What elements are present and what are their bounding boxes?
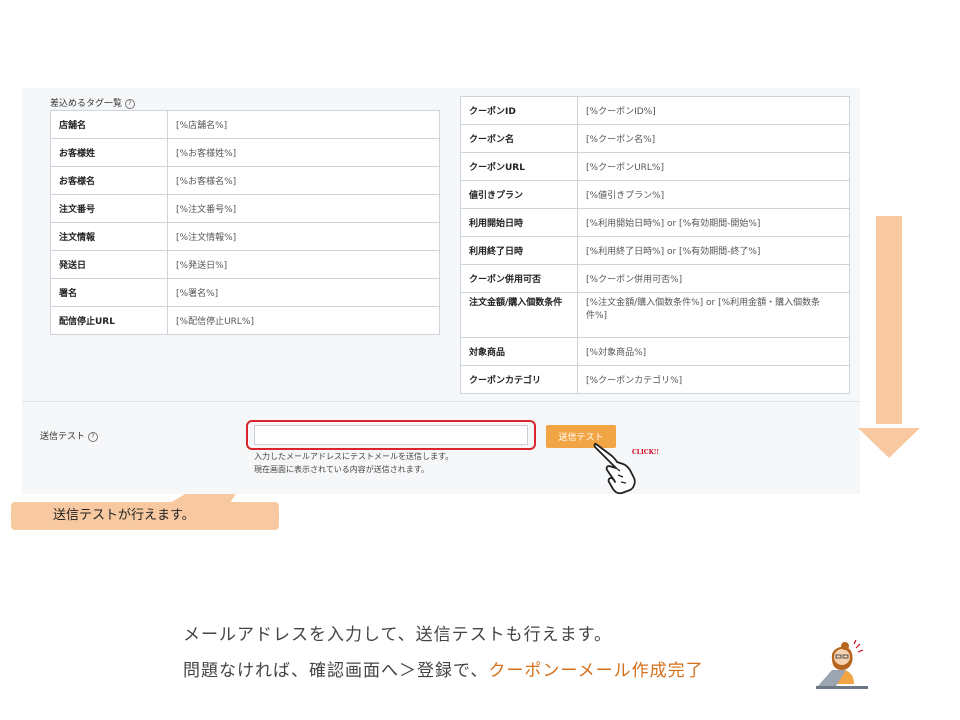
caption-line-2-highlight: クーポンーメール作成完了 (488, 661, 704, 681)
tag-row: 注文番号 [%注文番号%] (50, 194, 440, 223)
tag-key: 利用開始日時 (460, 208, 578, 237)
tag-row: クーポンカテゴリ [%クーポンカテゴリ%] (460, 365, 850, 394)
callout-box: 送信テストが行えます。 (11, 502, 279, 530)
settings-panel: 差込めるタグ一覧? 店舗名 [%店舗名%] お客様姓 [%お客様姓%] お客様名 [%お客… (22, 88, 860, 495)
tag-value: [%クーポンカテゴリ%] (577, 365, 850, 394)
send-test-help: 入力したメールアドレスにテストメールを送信します。 現在画面に表示されている内容… (254, 450, 453, 476)
tags-table-left: 店舗名 [%店舗名%] お客様姓 [%お客様姓%] お客様名 [%お客様名%] 注文番号 [%… (50, 110, 440, 335)
caption-line-1: メールアドレスを入力して、送信テストも行えます。 (183, 625, 612, 645)
tag-row: お客様姓 [%お客様姓%] (50, 138, 440, 167)
tag-value: [%お客様姓%] (167, 138, 440, 167)
tag-value: [%署名%] (167, 278, 440, 307)
tag-key: 注文情報 (50, 222, 168, 251)
tag-key: クーポンカテゴリ (460, 365, 578, 394)
down-arrow-icon (858, 216, 920, 458)
tag-key: 対象商品 (460, 337, 578, 366)
tag-key: 署名 (50, 278, 168, 307)
tag-row: 配信停止URL [%配信停止URL%] (50, 306, 440, 335)
help-line-2: 現在画面に表示されている内容が送信されます。 (254, 465, 429, 474)
tag-row: クーポン併用可否 [%クーポン併用可否%] (460, 264, 850, 293)
tag-key: お客様名 (50, 166, 168, 195)
tags-table-right: クーポンID [%クーポンID%] クーポン名 [%クーポン名%] クーポンURL [%ク… (460, 96, 850, 394)
tag-key: 注文金額/購入個数条件 (460, 292, 578, 338)
tag-value: [%お客様名%] (167, 166, 440, 195)
tag-value: [%値引きプラン%] (577, 180, 850, 209)
tag-row: クーポンID [%クーポンID%] (460, 96, 850, 125)
tag-row: 利用開始日時 [%利用開始日時%] or [%有効期間-開始%] (460, 208, 850, 237)
tag-key: 注文番号 (50, 194, 168, 223)
tag-row: クーポン名 [%クーポン名%] (460, 124, 850, 153)
highlight-frame (246, 420, 536, 450)
tag-key: クーポン名 (460, 124, 578, 153)
send-test-label-text: 送信テスト (40, 432, 86, 442)
tags-title-text: 差込めるタグ一覧 (50, 99, 123, 109)
tags-section-title: 差込めるタグ一覧? (50, 96, 136, 109)
click-label: CLICK!! (632, 449, 660, 456)
tag-key: クーポンID (460, 96, 578, 125)
tag-value: [%利用開始日時%] or [%有効期間-開始%] (577, 208, 850, 237)
tag-value: [%利用終了日時%] or [%有効期間-終了%] (577, 236, 850, 265)
tag-row: 署名 [%署名%] (50, 278, 440, 307)
office-worker-icon (816, 640, 868, 689)
tag-key: 発送日 (50, 250, 168, 279)
question-circle-icon[interactable]: ? (125, 99, 136, 109)
tag-row: 注文情報 [%注文情報%] (50, 222, 440, 251)
tag-key: クーポンURL (460, 152, 578, 181)
caption-line-2-prefix: 問題なければ、確認画面へ＞登録で、 (183, 661, 489, 681)
help-line-1: 入力したメールアドレスにテストメールを送信します。 (254, 452, 454, 461)
callout-text: 送信テストが行えます。 (53, 508, 195, 523)
tag-value: [%注文番号%] (167, 194, 440, 223)
tag-row: 対象商品 [%対象商品%] (460, 337, 850, 366)
question-circle-icon[interactable]: ? (88, 432, 99, 442)
tag-row: 値引きプラン [%値引きプラン%] (460, 180, 850, 209)
tag-key: 店舗名 (50, 110, 168, 139)
section-divider (22, 401, 860, 402)
tag-row: 注文金額/購入個数条件 [%注文金額/購入個数条件%] or [%利用金額・購入個… (460, 292, 850, 338)
tag-value: [%配信停止URL%] (167, 306, 440, 335)
tag-row: 利用終了日時 [%利用終了日時%] or [%有効期間-終了%] (460, 236, 850, 265)
tag-key: お客様姓 (50, 138, 168, 167)
tag-value: [%クーポンID%] (577, 96, 850, 125)
tag-key: 値引きプラン (460, 180, 578, 209)
tag-key: 配信停止URL (50, 306, 168, 335)
tag-value: [%クーポンURL%] (577, 152, 850, 181)
send-test-label: 送信テスト? (40, 429, 99, 442)
tag-value: [%対象商品%] (577, 337, 850, 366)
tag-row: 店舗名 [%店舗名%] (50, 110, 440, 139)
tag-row: クーポンURL [%クーポンURL%] (460, 152, 850, 181)
tag-value: [%クーポン併用可否%] (577, 264, 850, 293)
tag-key: 利用終了日時 (460, 236, 578, 265)
tag-row: 発送日 [%発送日%] (50, 250, 440, 279)
tag-value: [%注文金額/購入個数条件%] or [%利用金額・購入個数条件%] (577, 292, 850, 338)
tag-key: クーポン併用可否 (460, 264, 578, 293)
tag-value: [%クーポン名%] (577, 124, 850, 153)
tag-value: [%店舗名%] (167, 110, 440, 139)
tag-row: お客様名 [%お客様名%] (50, 166, 440, 195)
tag-value: [%発送日%] (167, 250, 440, 279)
caption-line-2: 問題なければ、確認画面へ＞登録で、クーポンーメール作成完了 (183, 656, 704, 681)
tag-value: [%注文情報%] (167, 222, 440, 251)
